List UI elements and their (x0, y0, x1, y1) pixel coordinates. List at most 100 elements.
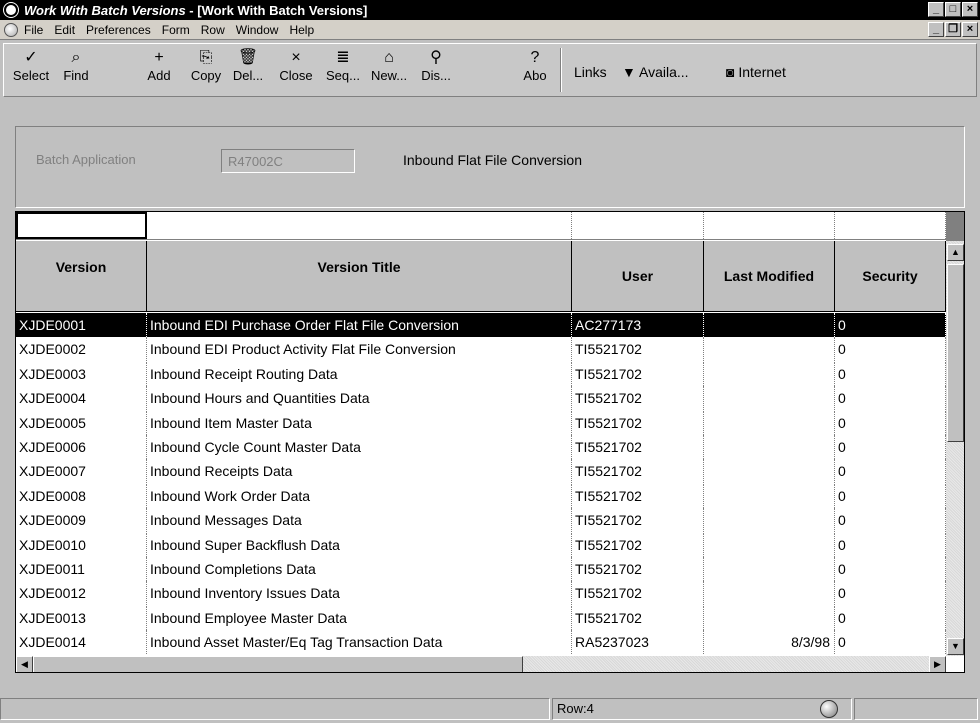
cell-last-modified (704, 508, 835, 533)
scroll-down-icon[interactable]: ▼ (947, 638, 964, 655)
cell-user: TI5521702 (572, 532, 704, 557)
table-row[interactable]: XJDE0003 Inbound Receipt Routing Data TI55… (16, 361, 946, 386)
cell-last-modified (704, 313, 835, 337)
cell-title: Inbound Cycle Count Master Data (147, 434, 572, 459)
maximize-button[interactable]: □ (945, 2, 961, 17)
cell-security: 0 (835, 410, 946, 435)
table-row[interactable]: XJDE0010 Inbound Super Backflush Data TI55… (16, 532, 946, 557)
cell-version: XJDE0001 (16, 313, 147, 337)
child-minimize-button[interactable]: _ (928, 22, 944, 37)
child-close-button[interactable]: × (962, 22, 978, 37)
qbe-version-input[interactable] (16, 212, 147, 239)
table-row[interactable]: XJDE0006 Inbound Cycle Count Master Data T… (16, 434, 946, 459)
cell-version: XJDE0002 (16, 337, 147, 362)
child-restore-button[interactable]: ❐ (945, 22, 961, 37)
qbe-modified-input[interactable] (704, 212, 835, 239)
status-pane-extra (854, 698, 978, 720)
table-row[interactable]: XJDE0002 Inbound EDI Product Activity Fla… (16, 337, 946, 362)
cell-security: 0 (835, 605, 946, 630)
menu-row[interactable]: Row (201, 23, 225, 37)
cell-last-modified (704, 337, 835, 362)
vertical-scrollbar[interactable]: ▲ ▼ (946, 212, 964, 656)
status-row-indicator: Row:4 (552, 698, 852, 720)
scroll-up-icon[interactable]: ▲ (947, 244, 964, 261)
delete-icon: 🗑 (237, 49, 259, 66)
cell-version: XJDE0008 (16, 483, 147, 508)
find-button[interactable]: ⌕ Find (58, 48, 94, 92)
table-row[interactable]: XJDE0001 Inbound EDI Purchase Order Flat … (16, 313, 946, 338)
table-row[interactable]: XJDE0014 Inbound Asset Master/Eq Tag Tran… (16, 630, 946, 655)
about-icon: ? (530, 49, 540, 66)
column-header-security[interactable]: Security (835, 241, 946, 311)
column-header-last-modified[interactable]: Last Modified (704, 241, 835, 311)
scroll-left-icon[interactable]: ◀ (16, 656, 33, 672)
close-button[interactable]: × Close (273, 48, 319, 92)
table-row[interactable]: XJDE0007 Inbound Receipts Data TI5521702 0 (16, 459, 946, 484)
column-header-version[interactable]: Version (16, 241, 147, 311)
find-icon: ⌕ (71, 49, 81, 66)
links-menu[interactable]: Links (574, 64, 607, 80)
table-row[interactable]: XJDE0009 Inbound Messages Data TI5521702 0 (16, 508, 946, 533)
table-row[interactable]: XJDE0013 Inbound Employee Master Data TI55… (16, 605, 946, 630)
copy-icon: ⎘ (199, 49, 213, 66)
cell-title: Inbound Hours and Quantities Data (147, 386, 572, 411)
toolbar: ✓ Select ⌕ Find + Add ⎘ Copy 🗑 Del... × … (0, 41, 980, 125)
add-button[interactable]: + Add (144, 48, 174, 92)
table-row[interactable]: XJDE0011 Inbound Completions Data TI552170… (16, 556, 946, 581)
vertical-scroll-thumb[interactable] (947, 264, 964, 442)
menu-file[interactable]: File (24, 23, 43, 37)
menu-form[interactable]: Form (162, 23, 190, 37)
menu-help[interactable]: Help (289, 23, 314, 37)
available-dropdown[interactable]: ▼ Availa... (622, 64, 689, 80)
document-icon[interactable] (4, 22, 18, 37)
table-row[interactable]: XJDE0004 Inbound Hours and Quantities Dat… (16, 386, 946, 411)
cell-user: TI5521702 (572, 337, 704, 362)
scroll-right-icon[interactable]: ▶ (929, 656, 946, 672)
select-button[interactable]: ✓ Select (10, 48, 52, 92)
cell-security: 0 (835, 556, 946, 581)
cell-version: XJDE0009 (16, 508, 147, 533)
close-window-button[interactable]: × (962, 2, 978, 17)
app-icon (4, 3, 18, 17)
about-button[interactable]: ? Abo (518, 48, 552, 92)
qbe-security-input[interactable] (835, 212, 946, 239)
qbe-user-input[interactable] (572, 212, 704, 239)
horizontal-scrollbar[interactable]: ◀ ▶ (16, 656, 946, 672)
new-button[interactable]: ⌂ New... (367, 48, 411, 92)
table-row[interactable]: XJDE0008 Inbound Work Order Data TI5521702… (16, 483, 946, 508)
cell-version: XJDE0003 (16, 361, 147, 386)
column-header-title[interactable]: Version Title (147, 241, 572, 311)
qbe-title-input[interactable] (147, 212, 572, 239)
delete-button[interactable]: 🗑 Del... (230, 48, 266, 92)
title-bar: Work With Batch Versions - [Work With Ba… (0, 0, 980, 20)
cell-last-modified (704, 459, 835, 484)
menu-preferences[interactable]: Preferences (86, 23, 151, 37)
display-button[interactable]: ⚲ Dis... (414, 48, 458, 92)
versions-grid: Version Version Title User Last Modified… (15, 211, 965, 673)
cell-user: TI5521702 (572, 581, 704, 606)
internet-icon: ◙ (726, 64, 739, 80)
menu-edit[interactable]: Edit (54, 23, 75, 37)
cell-security: 0 (835, 532, 946, 557)
menu-window[interactable]: Window (236, 23, 279, 37)
table-row[interactable]: XJDE0005 Inbound Item Master Data TI552170… (16, 410, 946, 435)
cell-last-modified (704, 434, 835, 459)
cell-user: AC277173 (572, 313, 704, 337)
table-row[interactable]: XJDE0012 Inbound Inventory Issues Data TI5… (16, 581, 946, 606)
cell-security: 0 (835, 459, 946, 484)
column-header-user[interactable]: User (572, 241, 704, 311)
status-pane-message (0, 698, 550, 720)
cell-title: Inbound Inventory Issues Data (147, 581, 572, 606)
internet-link[interactable]: ◙ Internet (726, 64, 786, 80)
minimize-button[interactable]: _ (928, 2, 944, 17)
new-icon: ⌂ (384, 49, 394, 66)
status-bar: Row:4 (0, 696, 980, 723)
cell-user: TI5521702 (572, 410, 704, 435)
cell-security: 0 (835, 337, 946, 362)
copy-button[interactable]: ⎘ Copy (186, 48, 226, 92)
horizontal-scroll-thumb[interactable] (33, 656, 523, 672)
sequence-button[interactable]: ≣ Seq... (321, 48, 365, 92)
cell-title: Inbound Item Master Data (147, 410, 572, 435)
cell-version: XJDE0014 (16, 630, 147, 655)
cell-title: Inbound Receipt Routing Data (147, 361, 572, 386)
